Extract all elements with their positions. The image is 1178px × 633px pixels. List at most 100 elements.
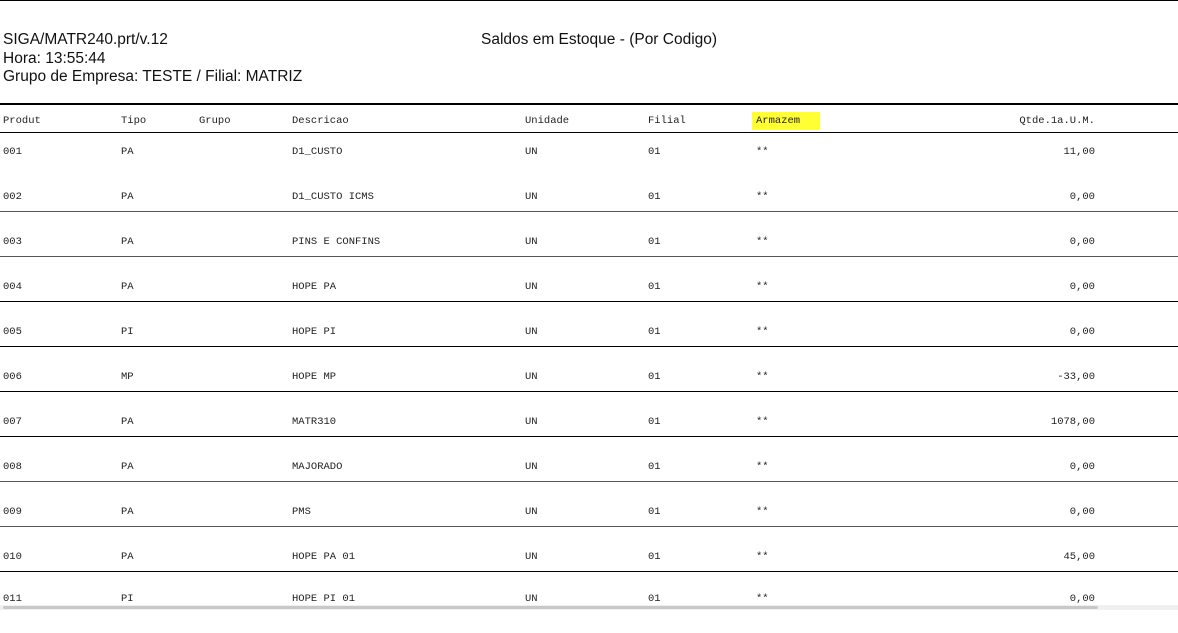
cell-descricao: HOPE PA	[292, 281, 337, 293]
table-row: 006 MP HOPE MP UN 01 ** -33,00	[0, 365, 1178, 411]
horizontal-scrollbar[interactable]	[0, 605, 1178, 610]
cell-tipo: PA	[121, 236, 134, 248]
cell-produto: 007	[3, 416, 22, 428]
cell-unidade: UN	[525, 506, 538, 518]
cell-unidade: UN	[525, 551, 538, 563]
cell-tipo: PI	[121, 326, 134, 338]
cell-filial: 01	[648, 461, 661, 473]
cell-qtde: -33,00	[1057, 371, 1095, 383]
top-rule	[0, 0, 1178, 1]
table-row: 008 PA MAJORADO UN 01 ** 0,00	[0, 455, 1178, 501]
report-title: Saldos em Estoque - (Por Codigo)	[481, 31, 718, 48]
row-divider	[0, 481, 1178, 482]
cell-produto: 002	[3, 191, 22, 203]
cell-descricao: HOPE PI	[292, 326, 337, 338]
cell-filial: 01	[648, 281, 661, 293]
cell-qtde: 0,00	[1069, 461, 1095, 473]
table-row: 001 PA D1_CUSTO UN 01 ** 11,00	[0, 140, 1178, 186]
cell-tipo: PA	[121, 281, 134, 293]
cell-unidade: UN	[525, 146, 538, 158]
cell-unidade: UN	[525, 191, 538, 203]
cell-descricao: D1_CUSTO ICMS	[292, 191, 374, 203]
cell-tipo: PA	[121, 146, 134, 158]
cell-filial: 01	[648, 551, 661, 563]
scrollbar-thumb[interactable]	[3, 606, 1098, 609]
cell-produto: 006	[3, 371, 22, 383]
header-divider	[0, 103, 1178, 105]
cell-tipo: PA	[121, 506, 134, 518]
row-divider	[0, 526, 1178, 527]
cell-armazem: **	[756, 236, 769, 248]
cell-qtde: 0,00	[1069, 506, 1095, 518]
cell-produto: 001	[3, 146, 22, 158]
cell-filial: 01	[648, 593, 661, 605]
cell-armazem: **	[756, 416, 769, 428]
row-divider	[0, 301, 1178, 302]
cell-qtde: 0,00	[1069, 236, 1095, 248]
cell-filial: 01	[648, 506, 661, 518]
cell-descricao: D1_CUSTO	[292, 146, 343, 158]
cell-armazem: **	[756, 461, 769, 473]
cell-armazem: **	[756, 281, 769, 293]
cell-produto: 004	[3, 281, 22, 293]
table-row: 007 PA MATR310 UN 01 ** 1078,00	[0, 410, 1178, 456]
cell-qtde: 0,00	[1069, 281, 1095, 293]
cell-filial: 01	[648, 191, 661, 203]
column-header-produto: Produt	[3, 115, 41, 127]
cell-produto: 010	[3, 551, 22, 563]
cell-descricao: HOPE PI 01	[292, 593, 356, 605]
cell-tipo: PA	[121, 191, 134, 203]
cell-qtde: 45,00	[1063, 551, 1095, 563]
table-row: 009 PA PMS UN 01 ** 0,00	[0, 500, 1178, 546]
column-header-armazem: Armazem	[752, 112, 821, 130]
cell-produto: 005	[3, 326, 22, 338]
cell-armazem: **	[756, 506, 769, 518]
report-program-id: SIGA/MATR240.prt/v.12	[3, 31, 168, 48]
cell-unidade: UN	[525, 461, 538, 473]
cell-unidade: UN	[525, 593, 538, 605]
cell-filial: 01	[648, 371, 661, 383]
cell-produto: 008	[3, 461, 22, 473]
cell-descricao: MAJORADO	[292, 461, 343, 473]
table-row: 003 PA PINS E CONFINS UN 01 ** 0,00	[0, 230, 1178, 276]
armazem-highlight: Armazem	[752, 112, 821, 130]
cell-descricao: PMS	[292, 506, 311, 518]
row-divider	[0, 211, 1178, 212]
table-row: 004 PA HOPE PA UN 01 ** 0,00	[0, 275, 1178, 321]
row-divider	[0, 571, 1178, 572]
cell-descricao: PINS E CONFINS	[292, 236, 381, 248]
cell-filial: 01	[648, 416, 661, 428]
report-company: Grupo de Empresa: TESTE / Filial: MATRIZ	[3, 68, 303, 85]
column-header-filial: Filial	[648, 115, 686, 127]
cell-armazem: **	[756, 551, 769, 563]
cell-tipo: MP	[121, 371, 134, 383]
cell-armazem: **	[756, 191, 769, 203]
column-header-descricao: Descricao	[292, 115, 349, 127]
column-header-qtde: Qtde.1a.U.M.	[1019, 115, 1095, 127]
row-divider	[0, 436, 1178, 437]
table-row: 005 PI HOPE PI UN 01 ** 0,00	[0, 320, 1178, 366]
cell-armazem: **	[756, 326, 769, 338]
row-divider	[0, 346, 1178, 347]
cell-armazem: **	[756, 371, 769, 383]
table-row: 011 PI HOPE PI 01 UN 01 ** 0,00	[0, 587, 1178, 633]
table-row: 010 PA HOPE PA 01 UN 01 ** 45,00	[0, 545, 1178, 591]
cell-filial: 01	[648, 146, 661, 158]
column-header-unidade: Unidade	[525, 115, 570, 127]
cell-tipo: PA	[121, 461, 134, 473]
cell-descricao: HOPE MP	[292, 371, 337, 383]
cell-tipo: PA	[121, 551, 134, 563]
cell-produto: 009	[3, 506, 22, 518]
cell-qtde: 11,00	[1063, 146, 1095, 158]
row-divider	[0, 256, 1178, 257]
cell-descricao: HOPE PA 01	[292, 551, 356, 563]
cell-armazem: **	[756, 593, 769, 605]
cell-produto: 011	[3, 593, 22, 605]
row-divider	[0, 391, 1178, 392]
cell-tipo: PI	[121, 593, 134, 605]
cell-qtde: 0,00	[1069, 593, 1095, 605]
cell-armazem: **	[756, 146, 769, 158]
cell-tipo: PA	[121, 416, 134, 428]
cell-produto: 003	[3, 236, 22, 248]
cell-filial: 01	[648, 236, 661, 248]
